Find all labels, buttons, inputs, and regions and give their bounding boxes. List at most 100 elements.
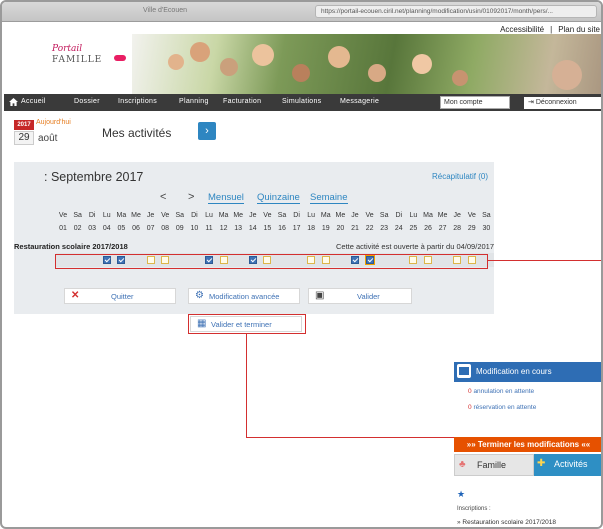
day-letter: Me (437, 212, 448, 219)
day-number: 20 (336, 225, 345, 232)
highlight-validate-finish (188, 314, 306, 334)
day-number: 28 (453, 225, 462, 232)
day-letter: Ve (263, 212, 272, 219)
day-number: 14 (248, 225, 257, 232)
logout-icon: ⇥ (528, 99, 534, 106)
day-letter: Me (233, 212, 244, 219)
nav-item-dossier[interactable]: Dossier (74, 98, 100, 105)
annotation-line-across (246, 437, 454, 439)
finish-modifications-button[interactable]: »» Terminer les modifications «« (454, 437, 601, 452)
day-letter: Ve (365, 212, 374, 219)
day-number: 02 (73, 225, 82, 232)
day-letter: Lu (102, 212, 111, 219)
day-letter: Je (146, 212, 155, 219)
day-number: 16 (278, 225, 286, 232)
day-number: 30 (482, 225, 491, 232)
site-header: Accessibilité | Plan du site Portail FAMIL… (4, 22, 601, 94)
day-number: 15 (263, 225, 272, 232)
accessibility-link[interactable]: Accessibilité (497, 25, 547, 34)
pending-booking-count: 0 (468, 404, 472, 411)
validate-label: Valider (357, 292, 380, 301)
day-letter: Lu (205, 212, 213, 219)
activity-note: Cette activité est ouverte à partir du 0… (335, 242, 494, 251)
tab-activites-label: Activités (554, 459, 588, 469)
day-letter: Me (335, 212, 346, 219)
nav-item-inscriptions[interactable]: Inscriptions (118, 98, 157, 105)
tab-quinzaine[interactable]: Quinzaine (257, 192, 300, 204)
day-letter: Ve (467, 212, 476, 219)
inscriptions-label: Inscriptions : (457, 506, 491, 512)
day-letter: Di (88, 212, 96, 219)
next-month-button[interactable]: > (188, 191, 194, 203)
logout-button[interactable]: ⇥ Déconnexion (524, 97, 601, 109)
validate-button[interactable]: ▣ Valider (308, 288, 412, 304)
day-letter: Sa (73, 212, 82, 219)
day-number: 09 (175, 225, 184, 232)
day-number: 25 (409, 225, 418, 232)
day-number: 01 (59, 225, 67, 232)
nav-item-facturation[interactable]: Facturation (223, 98, 261, 105)
day-letter: Je (249, 212, 257, 219)
screenshot-frame: Ville d'Ecouen https://portail-ecouen.ci… (0, 0, 603, 529)
day-letter: Ma (423, 212, 433, 219)
day-letter: Sa (379, 212, 389, 219)
nav-item-simulations[interactable]: Simulations (282, 98, 321, 105)
highlight-checkbox-row (55, 254, 488, 269)
day-number: 22 (365, 225, 374, 232)
account-select[interactable]: Mon compte (440, 96, 510, 109)
day-letter: Je (453, 212, 461, 219)
day-letter: Sa (482, 212, 491, 219)
day-letter: Di (191, 212, 198, 219)
main-nav: Accueil Dossier Inscriptions Planning Fa… (4, 94, 601, 111)
home-icon[interactable] (9, 98, 18, 106)
side-panel-header: Modification en cours (454, 362, 601, 382)
logo-mark-icon (114, 55, 126, 61)
inscription-item[interactable]: » Restauration scolaire 2017/2018 (457, 519, 556, 526)
activity-name: Restauration scolaire 2017/2018 (14, 242, 128, 251)
day-number: 03 (88, 225, 97, 232)
browser-toolbar: Ville d'Ecouen https://portail-ecouen.ci… (2, 2, 601, 22)
day-number: 23 (380, 225, 389, 232)
day-letter: Ma (116, 212, 127, 219)
recap-link[interactable]: Récapitulatif (0) (432, 172, 488, 181)
save-icon: ▣ (315, 290, 325, 301)
pending-cancellation-label: annulation en attente (473, 388, 535, 395)
pending-booking-link[interactable]: 0 réservation en attente (468, 404, 536, 411)
day-number: 10 (190, 225, 199, 232)
nav-item-accueil[interactable]: Accueil (21, 98, 46, 105)
logout-label: Déconnexion (535, 99, 577, 106)
advanced-modification-button[interactable]: ⚙ Modification avancée (188, 288, 300, 304)
side-panel-title: Modification en cours (476, 367, 552, 376)
banner-photo (132, 34, 601, 94)
family-icon: ♣ (459, 459, 466, 470)
activities-icon: ✚ (537, 458, 546, 469)
current-day: 29 (14, 131, 34, 145)
today-link[interactable]: Aujourd'hui (36, 119, 71, 126)
tab-activites[interactable]: ✚ Activités (534, 454, 601, 476)
portal-logo[interactable]: Portail FAMILLE (52, 44, 132, 74)
sitemap-link[interactable]: Plan du site (555, 25, 601, 34)
quit-label: Quitter (111, 292, 134, 301)
star-icon[interactable]: ★ (457, 489, 465, 500)
day-letter: Lu (409, 212, 418, 219)
nav-item-messagerie[interactable]: Messagerie (340, 98, 379, 105)
pending-cancellation-link[interactable]: 0 annulation en attente (468, 388, 534, 395)
link-separator: | (550, 25, 553, 34)
day-number: 11 (205, 225, 213, 232)
day-letter: Ve (161, 212, 170, 219)
day-number: 07 (146, 225, 155, 232)
tab-semaine[interactable]: Semaine (310, 192, 348, 204)
nav-item-planning[interactable]: Planning (179, 98, 209, 105)
quit-button[interactable]: ✕ Quitter (64, 288, 176, 304)
day-letter: Di (395, 212, 403, 219)
day-letter: Ma (218, 212, 229, 219)
browser-url-bar[interactable]: https://portail-ecouen.ciril.net/plannin… (315, 5, 597, 18)
go-arrow-button[interactable]: › (198, 122, 216, 140)
previous-month-button[interactable]: < (160, 191, 166, 203)
tab-mensuel[interactable]: Mensuel (208, 192, 244, 204)
day-number: 19 (321, 225, 330, 232)
tab-famille[interactable]: ♣ Famille (454, 454, 534, 476)
day-letter: Je (351, 212, 359, 219)
day-letter: Me (131, 212, 141, 219)
annotation-line-right (488, 260, 601, 262)
